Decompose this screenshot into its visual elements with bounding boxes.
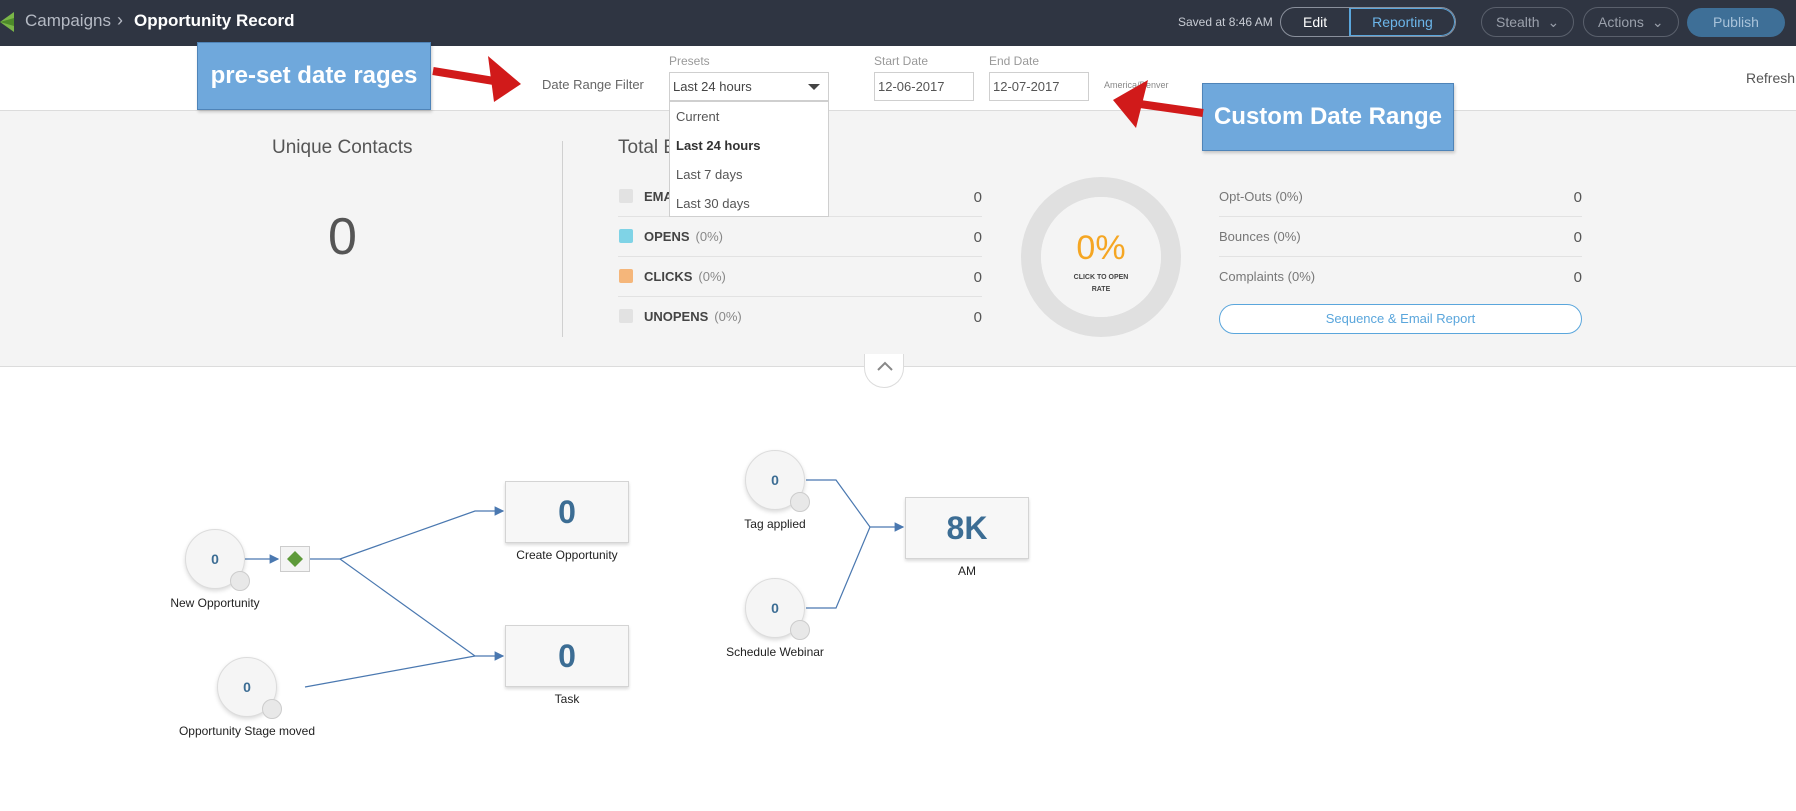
publish-button[interactable]: Publish (1687, 8, 1785, 37)
stats-panel: Unique Contacts 0 Total E EMA 0 OPENS (0%… (0, 111, 1796, 367)
chevron-down-icon: ⌄ (1651, 14, 1664, 30)
new-opportunity-label: New Opportunity (170, 596, 260, 610)
decision-node[interactable] (280, 546, 310, 572)
metric-name: Complaints (0%) (1219, 269, 1316, 284)
presets-callout: pre-set date rages (197, 42, 431, 110)
flow-connectors (245, 479, 905, 688)
date-range-filter-label: Date Range Filter (542, 77, 644, 92)
presets-select[interactable]: Last 24 hours (669, 72, 829, 101)
preset-option-last-30-days[interactable]: Last 30 days (670, 189, 828, 218)
task-label: Task (554, 692, 580, 706)
preset-option-current[interactable]: Current (670, 102, 828, 131)
task-node[interactable]: 0 (505, 625, 629, 687)
edit-tab[interactable]: Edit (1281, 8, 1349, 36)
top-bar: Campaigns › Opportunity Record Saved at … (0, 0, 1796, 46)
preset-option-last-24-hours[interactable]: Last 24 hours (670, 131, 828, 160)
unique-contacts-title: Unique Contacts (272, 137, 413, 158)
reporting-tab[interactable]: Reporting (1349, 8, 1455, 36)
metric-name: CLICKS (0%) (644, 269, 726, 284)
metric-row-unopens: UNOPENS (0%) 0 (618, 297, 982, 337)
swatch (619, 309, 633, 323)
stealth-dropdown[interactable]: Stealth ⌄ (1481, 7, 1575, 37)
page-title: Opportunity Record (134, 11, 295, 30)
metric-value: 0 (1573, 189, 1582, 206)
sequence-email-report-button[interactable]: Sequence & Email Report (1219, 304, 1582, 334)
swatch (619, 269, 633, 283)
metric-value: 0 (973, 229, 982, 246)
metric-value: 0 (973, 189, 982, 206)
swatch (619, 189, 633, 203)
refresh-button[interactable]: Refresh (1746, 70, 1795, 86)
metric-value: 0 (1573, 229, 1582, 246)
start-date-input[interactable]: 12-06-2017 (874, 72, 974, 101)
divider (562, 141, 563, 337)
complaints-row: Complaints (0%) 0 (1219, 257, 1582, 297)
saved-status: Saved at 8:46 AM (1178, 15, 1273, 29)
form-icon (790, 620, 810, 640)
opt-outs-row: Opt-Outs (0%) 0 (1219, 177, 1582, 217)
bounces-row: Bounces (0%) 0 (1219, 217, 1582, 257)
swatch (619, 229, 633, 243)
am-label: AM (958, 564, 976, 578)
form-icon (230, 571, 250, 591)
presets-value: Last 24 hours (673, 79, 752, 94)
breadcrumb-campaigns[interactable]: Campaigns (25, 11, 111, 31)
create-opportunity-node[interactable]: 0 (505, 481, 629, 543)
mode-toggle: Edit Reporting (1280, 7, 1456, 37)
metric-name: Bounces (0%) (1219, 229, 1301, 244)
breadcrumb-separator: › (117, 10, 123, 30)
total-emails-title: Total E (618, 137, 677, 158)
presets-dropdown-menu: Current Last 24 hours Last 7 days Last 3… (669, 101, 829, 217)
page-root: { "header": { "breadcrumb_root": "Campai… (0, 0, 1796, 811)
tag-icon (790, 492, 810, 512)
metric-row-opens: OPENS (0%) 0 (618, 217, 982, 257)
timezone-label: America/Denver (1104, 80, 1169, 90)
campaign-flow-canvas: 0 New Opportunity 0 Opportunity Stage mo… (0, 368, 1796, 811)
schedule-webinar-label: Schedule Webinar (726, 645, 824, 659)
metric-name: UNOPENS (0%) (644, 309, 742, 324)
metric-value: 0 (1573, 269, 1582, 286)
preset-option-last-7-days[interactable]: Last 7 days (670, 160, 828, 189)
end-date-input[interactable]: 12-07-2017 (989, 72, 1089, 101)
metric-name: OPENS (0%) (644, 229, 723, 244)
create-opportunity-label: Create Opportunity (516, 548, 618, 562)
ring-value: 0% (1076, 229, 1126, 267)
user-icon (262, 699, 282, 719)
caret-down-icon (808, 84, 820, 90)
actions-dropdown[interactable]: Actions ⌄ (1583, 7, 1679, 37)
tag-applied-label: Tag applied (744, 517, 806, 531)
chevron-down-icon: ⌄ (1547, 14, 1560, 30)
metric-value: 0 (973, 269, 982, 286)
metric-value: 0 (973, 309, 982, 326)
diamond-icon (287, 551, 303, 567)
custom-date-range-callout: Custom Date Range (1202, 83, 1454, 151)
end-date-label: End Date (989, 54, 1040, 68)
app-logo-icon[interactable] (0, 12, 14, 32)
metric-row-clicks: CLICKS (0%) 0 (618, 257, 982, 297)
opportunity-stage-moved-label: Opportunity Stage moved (178, 724, 316, 738)
actions-label: Actions (1598, 14, 1644, 30)
presets-label: Presets (669, 54, 710, 68)
unique-contacts-value: 0 (328, 208, 357, 266)
ring-caption: CLICK TO OPEN RATE (1073, 274, 1129, 293)
am-node[interactable]: 8K (905, 497, 1029, 559)
stealth-label: Stealth (1496, 14, 1540, 30)
metric-name: Opt-Outs (0%) (1219, 189, 1303, 204)
start-date-label: Start Date (874, 54, 929, 68)
